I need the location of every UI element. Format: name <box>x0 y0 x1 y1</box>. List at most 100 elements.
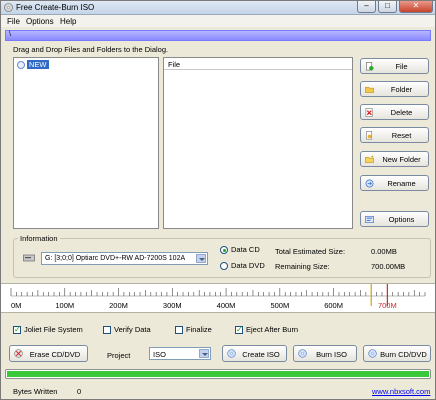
path-strip: \ <box>5 30 431 41</box>
ruler-label: 300M <box>163 301 182 310</box>
data-cd-radio[interactable]: Data CD <box>220 245 260 254</box>
menu-bar: File Options Help <box>1 15 435 27</box>
erase-disc-button[interactable]: Erase CD/DVD <box>9 345 88 362</box>
create-iso-button[interactable]: Create ISO <box>222 345 287 362</box>
burn-iso-label: Burn ISO <box>316 350 347 359</box>
bytes-written-label: Bytes Written <box>13 387 58 396</box>
project-dropdown[interactable]: ISO <box>149 347 211 360</box>
delete-button[interactable]: Delete <box>360 104 429 120</box>
website-link[interactable]: www.nbxsoft.com <box>372 387 430 396</box>
add-file-label: File <box>395 62 408 71</box>
tree-root-node[interactable]: NEW <box>17 60 49 69</box>
eject-checkbox[interactable]: Eject After Burn <box>235 325 298 334</box>
burn-iso-button[interactable]: Burn ISO <box>293 345 357 362</box>
file-list[interactable]: File <box>163 57 353 229</box>
drag-drop-instruction: Drag and Drop Files and Folders to the D… <box>13 45 169 54</box>
reset-label: Reset <box>391 131 412 140</box>
options-button[interactable]: Options <box>360 211 429 227</box>
chevron-down-icon[interactable] <box>196 254 206 263</box>
verify-label: Verify Data <box>114 325 151 334</box>
tree-root-label: NEW <box>27 60 49 69</box>
ruler-label: 600M <box>324 301 343 310</box>
ruler-label: 200M <box>109 301 128 310</box>
menu-file[interactable]: File <box>7 17 20 26</box>
title-bar[interactable]: Free Create-Burn ISO – □ ✕ <box>1 1 435 15</box>
burn-iso-icon <box>298 349 307 358</box>
new-folder-button[interactable]: New Folder <box>360 151 429 167</box>
remaining-size-label: Remaining Size: <box>275 262 330 271</box>
finalize-checkbox[interactable]: Finalize <box>175 325 212 334</box>
burn-disc-icon <box>368 349 377 358</box>
add-file-icon <box>366 62 374 71</box>
add-folder-label: Folder <box>390 85 413 94</box>
ruler-label: 100M <box>55 301 74 310</box>
menu-options[interactable]: Options <box>26 17 54 26</box>
delete-icon <box>365 108 373 117</box>
disc-app-icon <box>4 3 13 12</box>
create-iso-label: Create ISO <box>242 350 280 359</box>
maximize-button[interactable]: □ <box>378 1 397 13</box>
drive-dropdown-value: G: [3;0;0] Optiarc DVD+-RW AD-7200S 102A <box>45 255 186 262</box>
rename-icon <box>365 179 374 188</box>
verify-checkbox-box[interactable] <box>103 325 111 334</box>
drive-dropdown[interactable]: G: [3;0;0] Optiarc DVD+-RW AD-7200S 102A <box>41 252 208 265</box>
options-icon <box>365 216 374 223</box>
finalize-label: Finalize <box>186 325 212 334</box>
file-list-header[interactable]: File <box>164 58 352 70</box>
options-label: Options <box>388 215 415 224</box>
minimize-button[interactable]: – <box>357 1 376 13</box>
data-dvd-radio-dot[interactable] <box>220 261 228 270</box>
joliet-label: Joliet File System <box>24 325 83 334</box>
add-folder-button[interactable]: Folder <box>360 81 429 97</box>
data-dvd-label: Data DVD <box>231 261 265 270</box>
folder-icon <box>365 86 374 93</box>
app-window: Free Create-Burn ISO – □ ✕ File Options … <box>0 0 436 400</box>
finalize-checkbox-box[interactable] <box>175 325 183 334</box>
remaining-size-value: 700.00MB <box>371 262 406 271</box>
add-file-button[interactable]: File <box>360 58 429 74</box>
rename-button[interactable]: Rename <box>360 175 429 191</box>
close-button[interactable]: ✕ <box>399 1 433 13</box>
data-cd-radio-dot[interactable] <box>220 245 228 254</box>
joliet-checkbox[interactable]: Joliet File System <box>13 325 83 334</box>
joliet-checkbox-box[interactable] <box>13 325 21 334</box>
burn-progress-fill <box>7 371 429 377</box>
information-legend: Information <box>18 234 60 243</box>
window-title: Free Create-Burn ISO <box>16 3 95 12</box>
eject-checkbox-box[interactable] <box>235 325 243 334</box>
total-size-value: 0.00MB <box>371 247 397 256</box>
erase-disc-icon <box>14 349 23 358</box>
project-dropdown-value: ISO <box>153 350 166 359</box>
new-folder-label: New Folder <box>382 155 421 164</box>
disc-node-icon <box>17 60 25 69</box>
ruler-label: 700M <box>378 301 397 310</box>
ruler-label: 0M <box>11 301 21 310</box>
ruler-label: 400M <box>217 301 236 310</box>
chevron-down-icon[interactable] <box>199 349 209 358</box>
new-folder-icon <box>365 155 374 163</box>
bytes-written-value: 0 <box>77 387 82 396</box>
reset-button[interactable]: Reset <box>360 127 429 143</box>
erase-disc-label: Erase CD/DVD <box>29 350 81 359</box>
project-label: Project <box>107 351 131 360</box>
create-iso-icon <box>227 349 236 358</box>
delete-label: Delete <box>390 108 413 117</box>
reset-icon <box>366 131 373 140</box>
eject-label: Eject After Burn <box>246 325 299 334</box>
burn-disc-button[interactable]: Burn CD/DVD <box>363 345 431 362</box>
burn-disc-label: Burn CD/DVD <box>380 350 427 359</box>
file-column-header[interactable]: File <box>168 60 180 69</box>
path-strip-text: \ <box>9 31 11 38</box>
drive-icon <box>23 254 35 262</box>
menu-help[interactable]: Help <box>60 17 76 26</box>
data-dvd-radio[interactable]: Data DVD <box>220 261 265 270</box>
rename-label: Rename <box>387 179 416 188</box>
verify-checkbox[interactable]: Verify Data <box>103 325 151 334</box>
ruler-label: 500M <box>270 301 289 310</box>
capacity-ruler: 0M 100M 200M 300M 400M 500M 600M 700M <box>1 283 435 313</box>
total-size-label: Total Estimated Size: <box>275 247 346 256</box>
data-cd-label: Data CD <box>231 245 260 254</box>
folder-tree[interactable]: NEW <box>13 57 159 229</box>
burn-progress-bar <box>5 369 431 379</box>
capacity-ruler-svg: 0M 100M 200M 300M 400M 500M 600M 700M <box>10 284 426 310</box>
